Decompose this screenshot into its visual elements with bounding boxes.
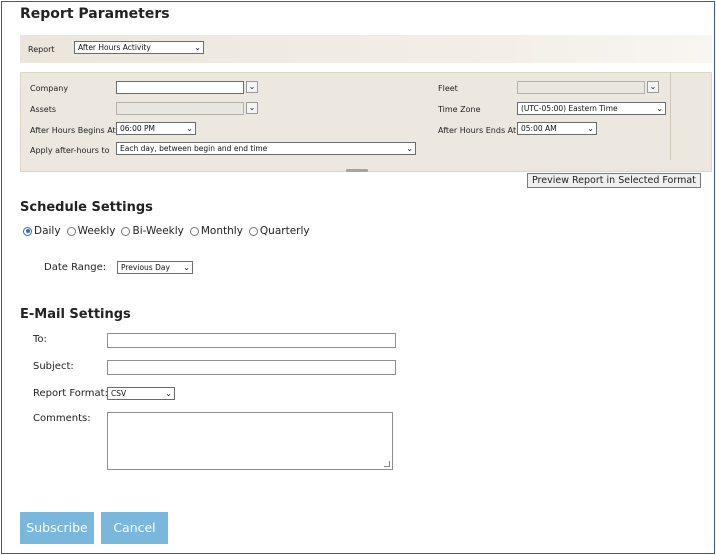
resize-grip-icon[interactable]	[384, 461, 390, 467]
email-settings-title: E-Mail Settings	[20, 307, 131, 322]
assets-input[interactable]	[116, 102, 244, 115]
preview-report-button[interactable]: Preview Report in Selected Format	[527, 173, 701, 188]
fleet-dropdown-button[interactable]: ⌄	[647, 81, 659, 93]
cancel-button[interactable]: Cancel	[101, 512, 168, 544]
after-hours-ends-value: 05:00 AM	[521, 124, 557, 133]
report-parameters-title: Report Parameters	[20, 6, 170, 22]
report-select[interactable]: After Hours Activity ⌄	[74, 41, 204, 54]
radio-bi-weekly-label: Bi-Weekly	[132, 225, 184, 237]
apply-after-hours-label: Apply after-hours to	[30, 146, 110, 155]
assets-dropdown-button[interactable]: ⌄	[246, 102, 258, 114]
chevron-down-icon: ⌄	[183, 263, 190, 272]
timezone-value: (UTC-05:00) Eastern Time	[521, 104, 618, 113]
radio-monthly[interactable]: Monthly	[189, 225, 243, 237]
fleet-label: Fleet	[438, 84, 458, 93]
company-input[interactable]	[116, 81, 244, 94]
chevron-down-icon: ⌄	[248, 82, 256, 91]
timezone-label: Time Zone	[438, 105, 481, 114]
radio-bi-weekly[interactable]: Bi-Weekly	[121, 225, 184, 237]
chevron-down-icon: ⌄	[649, 82, 657, 91]
radio-quarterly-indicator[interactable]	[248, 226, 258, 236]
radio-monthly-indicator[interactable]	[189, 226, 199, 236]
after-hours-ends-select[interactable]: 05:00 AM ⌄	[517, 122, 597, 135]
after-hours-begins-select[interactable]: 06:00 PM ⌄	[116, 122, 196, 135]
report-label: Report	[28, 45, 55, 54]
radio-weekly-label: Weekly	[77, 225, 116, 237]
chevron-down-icon: ⌄	[194, 43, 201, 52]
comments-label: Comments:	[33, 413, 91, 424]
apply-after-hours-select[interactable]: Each day, between begin and end time ⌄	[116, 142, 416, 155]
radio-daily-label: Daily	[34, 225, 61, 237]
chevron-down-icon: ⌄	[406, 144, 413, 153]
apply-after-hours-value: Each day, between begin and end time	[120, 144, 268, 153]
radio-quarterly[interactable]: Quarterly	[248, 225, 310, 237]
chevron-down-icon: ⌄	[587, 124, 594, 133]
chevron-down-icon: ⌄	[248, 103, 256, 112]
after-hours-ends-label: After Hours Ends At	[438, 126, 517, 135]
subscribe-button[interactable]: Subscribe	[20, 512, 94, 544]
chevron-down-icon: ⌄	[656, 104, 663, 113]
date-range-label: Date Range:	[44, 262, 107, 273]
date-range-value: Previous Day	[121, 263, 170, 272]
assets-label: Assets	[30, 105, 57, 114]
chevron-down-icon: ⌄	[165, 389, 172, 398]
company-label: Company	[30, 84, 69, 93]
after-hours-begins-value: 06:00 PM	[120, 124, 155, 133]
panel-divider	[670, 72, 671, 160]
comments-textarea[interactable]	[107, 412, 393, 470]
schedule-settings-title: Schedule Settings	[20, 200, 153, 215]
company-dropdown-button[interactable]: ⌄	[246, 81, 258, 93]
radio-quarterly-label: Quarterly	[259, 225, 310, 237]
radio-daily[interactable]: Daily	[23, 225, 61, 237]
to-label: To:	[33, 334, 47, 345]
chevron-down-icon: ⌄	[186, 124, 193, 133]
radio-weekly-indicator[interactable]	[66, 226, 76, 236]
date-range-select[interactable]: Previous Day ⌄	[117, 261, 193, 274]
radio-monthly-label: Monthly	[200, 225, 243, 237]
report-format-label: Report Format:	[33, 388, 108, 399]
to-input[interactable]	[107, 333, 396, 348]
report-select-value: After Hours Activity	[78, 43, 151, 52]
schedule-frequency-group: Daily Weekly Bi-Weekly Monthly Quarterly	[23, 225, 316, 237]
radio-bi-weekly-indicator[interactable]	[121, 226, 131, 236]
report-format-value: CSV	[111, 389, 127, 398]
panel-collapse-handle[interactable]	[346, 169, 368, 172]
radio-daily-indicator[interactable]	[23, 226, 32, 236]
subject-input[interactable]	[107, 360, 396, 375]
report-format-select[interactable]: CSV ⌄	[107, 387, 175, 400]
after-hours-begins-label: After Hours Begins At	[30, 126, 116, 135]
radio-weekly[interactable]: Weekly	[66, 225, 116, 237]
subject-label: Subject:	[33, 361, 74, 372]
fleet-input[interactable]	[517, 81, 645, 94]
timezone-select[interactable]: (UTC-05:00) Eastern Time ⌄	[517, 102, 666, 115]
